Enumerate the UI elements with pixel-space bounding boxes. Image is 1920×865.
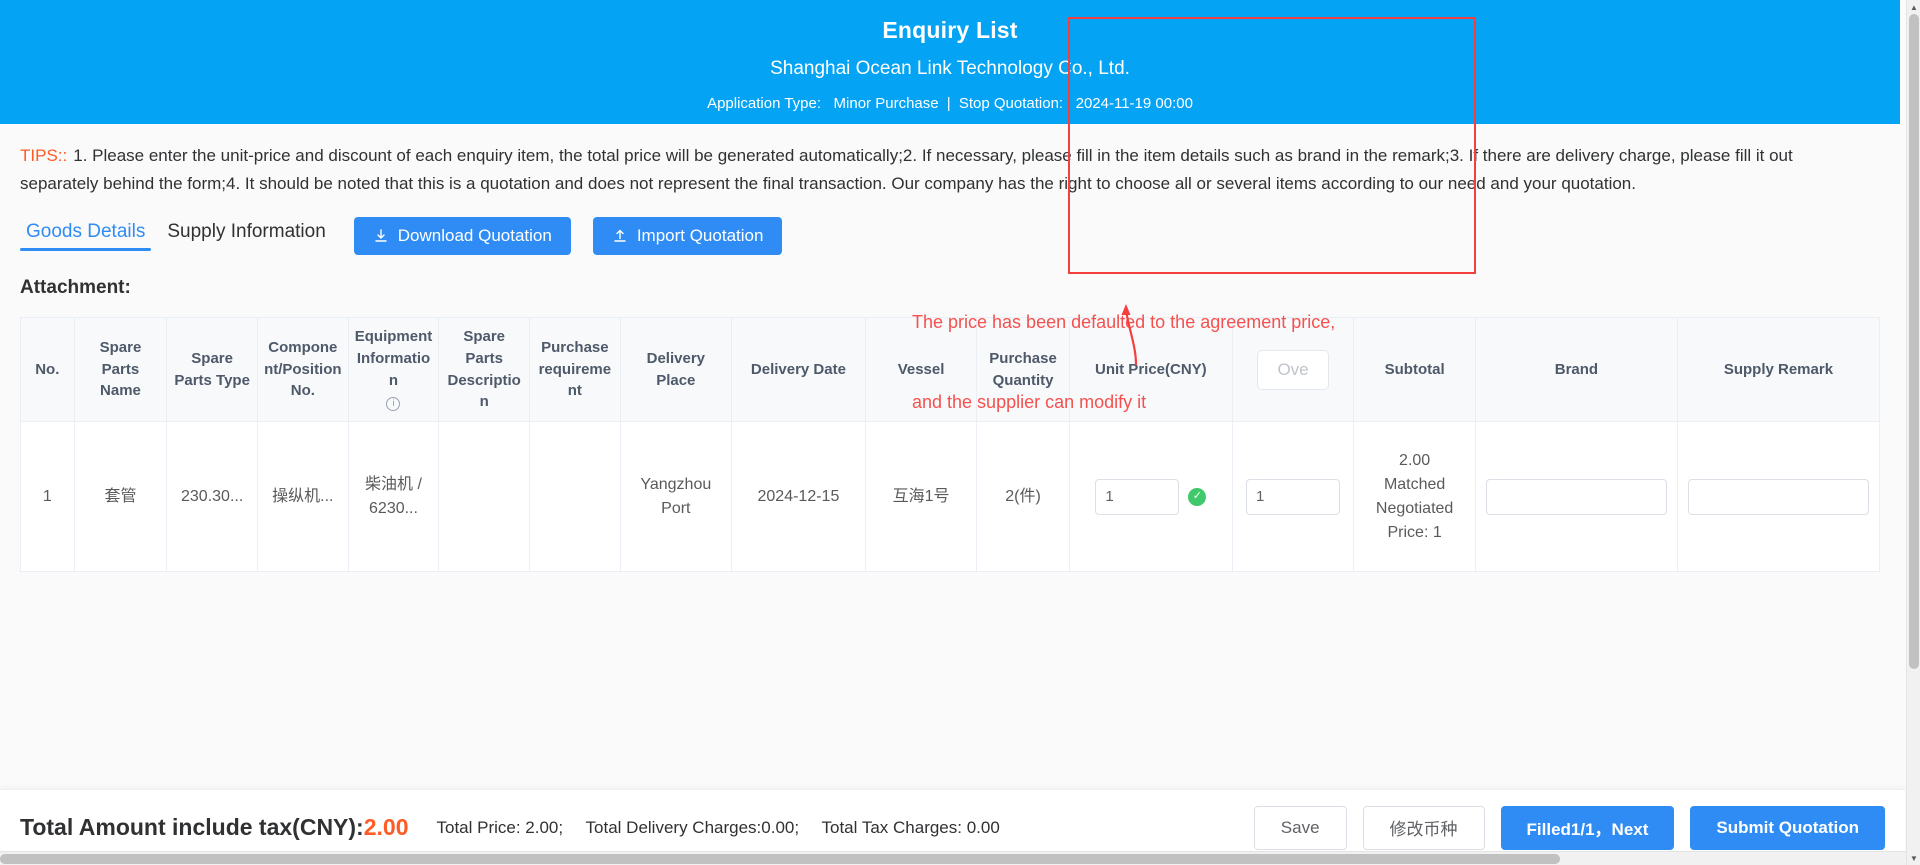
subtotal-note: Matched Negotiated Price: 1 [1375,475,1454,541]
subtotal-amount: 2.00 [1399,451,1431,469]
cell-purchase-requirement [529,421,621,573]
col-header-purchase-quantity: Purchase Quantity [976,317,1070,423]
total-breakdown: Total Price: 2.00; Total Delivery Charge… [436,818,1017,838]
horizontal-scrollbar-thumb[interactable] [0,854,1560,864]
application-type-value: Minor Purchase [833,95,939,113]
scroll-down-icon[interactable]: ▼ [1907,851,1920,865]
col-header-equipment-information: Equipment Information i [347,317,440,423]
overwrite-button[interactable]: Ove [1257,349,1330,390]
col-header-no: No. [20,317,75,423]
cell-component-position-no: 操纵机... [256,421,349,573]
tab-supply-information[interactable]: Supply Information [161,221,331,252]
attachment-label: Attachment: [20,277,131,299]
tips-text: 1. Please enter the unit-price and disco… [20,146,1793,193]
download-icon [373,228,389,244]
tips-label: TIPS:: [20,146,68,165]
save-button[interactable]: Save [1253,805,1347,850]
tab-goods-details[interactable]: Goods Details [20,221,152,252]
download-quotation-button[interactable]: Download Quotation [353,217,571,256]
toolbar: Goods Details Supply Information Downloa… [0,203,1900,256]
unit-price-input[interactable] [1095,478,1180,515]
discount-input[interactable] [1246,478,1341,515]
brand-input[interactable] [1485,478,1668,515]
total-tax-text: Total Tax Charges: 0.00 [821,817,1000,837]
col-header-equipment-information-label: Equipment Information [354,328,433,389]
goods-table: No. Spare Parts Name Spare Parts Type Co… [20,317,1881,573]
col-header-delivery-date: Delivery Date [730,317,866,423]
cell-discount [1231,421,1355,573]
page-viewport: Enquiry List Shanghai Ocean Link Technol… [0,0,1920,865]
valid-check-icon: ✓ [1188,487,1207,506]
header-meta: Application Type: Minor Purchase | Stop … [0,95,1900,112]
cell-no: 1 [20,421,75,573]
cell-vessel: 互海1号 [864,421,978,573]
total-amount-label: Total Amount include tax(CNY): [20,814,364,840]
col-header-spare-parts-name: Spare Parts Name [73,317,168,423]
cell-supply-remark [1676,421,1881,573]
cell-subtotal: 2.00 Matched Negotiated Price: 1 [1353,421,1476,573]
goods-table-body: 1 套管 230.30... 操纵机... 柴油机 / 6230... Yang… [20,421,1881,573]
col-header-purchase-requirement: Purchase requirement [529,317,621,423]
vertical-scrollbar-thumb[interactable] [1909,14,1919,669]
total-delivery-text: Total Delivery Charges:0.00; [585,817,800,837]
tab-bar: Goods Details Supply Information [20,221,332,252]
goods-table-header-row: No. Spare Parts Name Spare Parts Type Co… [20,317,1881,423]
footer-actions: Save 修改币种 Filled1/1，Next Submit Quotatio… [1253,805,1885,850]
info-icon[interactable]: i [386,397,401,412]
total-price-text: Total Price: 2.00; [436,817,564,837]
col-header-supply-remark: Supply Remark [1676,317,1881,423]
horizontal-scrollbar[interactable] [0,851,1906,865]
col-header-subtotal: Subtotal [1353,317,1476,423]
cell-spare-parts-description [438,421,530,573]
unit-price-wrapper: ✓ [1076,478,1226,515]
vertical-scrollbar[interactable]: ▲ ▼ [1906,0,1920,865]
cell-brand [1474,421,1678,573]
tips-block: TIPS:: 1. Please enter the unit-price and… [0,124,1880,203]
scroll-up-icon[interactable]: ▲ [1907,0,1920,14]
table-row: 1 套管 230.30... 操纵机... 柴油机 / 6230... Yang… [20,421,1881,573]
page-header-banner: Enquiry List Shanghai Ocean Link Technol… [0,0,1900,124]
cell-equipment-information: 柴油机 / 6230... [347,421,440,573]
application-type-label: Application Type: [707,95,822,113]
download-quotation-label: Download Quotation [397,226,552,246]
col-header-unit-price: Unit Price(CNY) [1068,317,1233,423]
col-header-brand: Brand [1474,317,1678,423]
cell-delivery-date: 2024-12-15 [730,421,866,573]
col-header-spare-parts-type: Spare Parts Type [166,317,258,423]
submit-quotation-button[interactable]: Submit Quotation [1690,805,1885,850]
import-quotation-label: Import Quotation [636,226,764,246]
cell-spare-parts-name: 套管 [73,421,168,573]
col-header-component-position-no: Component/Position No. [256,317,349,423]
supply-remark-input[interactable] [1687,478,1870,515]
col-header-spare-parts-description: Spare Parts Description [438,317,530,423]
meta-separator: | [946,95,951,113]
col-header-delivery-place: Delivery Place [619,317,732,423]
cell-purchase-quantity: 2(件) [976,421,1070,573]
page-title: Enquiry List [882,17,1018,43]
stop-quotation-value: 2024-11-19 00:00 [1075,95,1193,113]
cell-spare-parts-type: 230.30... [166,421,258,573]
stop-quotation-label: Stop Quotation: [958,95,1064,113]
col-header-vessel: Vessel [864,317,978,423]
filled-next-button[interactable]: Filled1/1，Next [1500,805,1675,850]
goods-table-container: No. Spare Parts Name Spare Parts Type Co… [0,17,1900,573]
page-content: Enquiry List Shanghai Ocean Link Technol… [0,0,1900,692]
total-amount-value: 2.00 [363,814,409,840]
upload-icon [612,228,628,244]
col-header-overwrite: Ove [1231,317,1355,423]
company-name: Shanghai Ocean Link Technology Co., Ltd. [770,58,1130,80]
cell-unit-price: ✓ [1068,421,1233,573]
cell-delivery-place: Yangzhou Port [619,421,732,573]
change-currency-button[interactable]: 修改币种 [1362,805,1485,850]
goods-table-head: No. Spare Parts Name Spare Parts Type Co… [20,317,1881,423]
import-quotation-button[interactable]: Import Quotation [592,217,783,256]
